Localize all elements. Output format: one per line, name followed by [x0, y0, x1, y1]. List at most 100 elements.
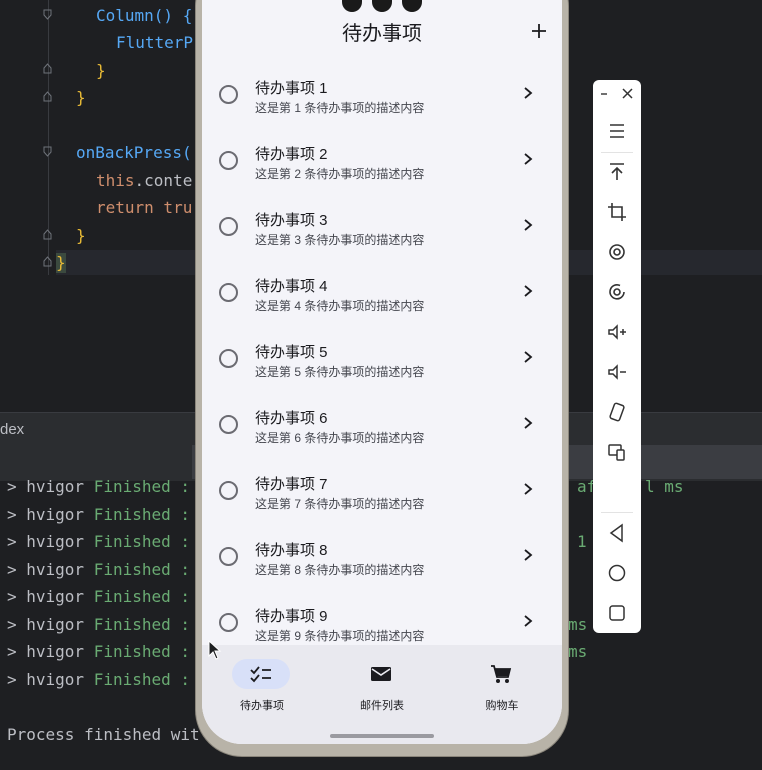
- list-item[interactable]: 待办事项 3 这是第 3 条待办事项的描述内容: [202, 196, 562, 262]
- always-on-top-button[interactable]: [605, 160, 629, 184]
- todo-title: 待办事项 5: [255, 344, 328, 361]
- volume-up-icon: [608, 324, 626, 340]
- nav-tab-todos[interactable]: 待办事项: [202, 655, 322, 715]
- home-button[interactable]: [605, 561, 629, 585]
- console-line: > hvigor Finished :: [7, 587, 191, 606]
- panel-title[interactable]: dex: [0, 421, 24, 438]
- list-item[interactable]: 待办事项 7 这是第 7 条待办事项的描述内容: [202, 460, 562, 526]
- back-icon: [609, 523, 623, 543]
- list-item[interactable]: 待办事项 2 这是第 2 条待办事项的描述内容: [202, 130, 562, 196]
- rotate-button[interactable]: [605, 240, 629, 264]
- bottom-navigation: 待办事项 邮件列表 购物车: [202, 645, 562, 744]
- home-indicator[interactable]: [330, 734, 434, 738]
- screenshot-button[interactable]: [605, 280, 629, 304]
- checkbox-circle[interactable]: [219, 415, 238, 434]
- code-line: this.conte: [96, 171, 193, 190]
- back-button[interactable]: [605, 521, 629, 545]
- todo-description: 这是第 1 条待办事项的描述内容: [255, 101, 425, 115]
- nav-label: 购物车: [485, 700, 519, 712]
- recents-icon: [609, 605, 625, 621]
- console-fragment: l ms: [645, 477, 684, 496]
- console-line: > hvigor Finished :: [7, 642, 191, 661]
- nav-tab-mail[interactable]: 邮件列表: [322, 655, 442, 715]
- chevron-right-icon: [524, 549, 533, 561]
- minimize-button[interactable]: [595, 86, 619, 110]
- todo-description: 这是第 2 条待办事项的描述内容: [255, 167, 425, 181]
- console-fragment: ms: [568, 615, 588, 634]
- checkbox-circle[interactable]: [219, 217, 238, 236]
- todo-description: 这是第 7 条待办事项的描述内容: [255, 497, 425, 511]
- todo-description: 这是第 5 条待办事项的描述内容: [255, 365, 425, 379]
- close-button[interactable]: [617, 86, 641, 110]
- checkbox-circle[interactable]: [219, 85, 238, 104]
- code-line: }: [56, 253, 66, 273]
- code-line: FlutterP: [116, 33, 194, 52]
- volume-down-button[interactable]: [605, 360, 629, 384]
- plus-icon: [532, 24, 546, 38]
- todo-title: 待办事项 3: [255, 212, 328, 229]
- nav-tab-cart[interactable]: 购物车: [442, 655, 562, 715]
- minimize-icon: [601, 93, 607, 95]
- todo-title: 待办事项 8: [255, 542, 328, 559]
- multi-screen-icon: [608, 444, 625, 461]
- add-todo-button[interactable]: [528, 20, 550, 42]
- page-title: 待办事项: [342, 23, 422, 45]
- rotate-icon: [609, 244, 625, 260]
- chevron-right-icon: [524, 285, 533, 297]
- fold-icon[interactable]: [43, 229, 52, 240]
- crop-icon: [608, 203, 626, 221]
- fold-icon[interactable]: [43, 91, 52, 102]
- console-fragment: 1: [577, 532, 587, 551]
- fold-icon[interactable]: [43, 63, 52, 74]
- fold-icon[interactable]: [43, 9, 52, 20]
- code-line: Column() {: [96, 6, 193, 25]
- list-item[interactable]: 待办事项 1 这是第 1 条待办事项的描述内容: [202, 64, 562, 130]
- multi-screen-button[interactable]: [605, 440, 629, 464]
- code-line: }: [76, 226, 86, 245]
- list-item[interactable]: 待办事项 8 这是第 8 条待办事项的描述内容: [202, 526, 562, 592]
- chevron-right-icon: [524, 87, 533, 99]
- todo-title: 待办事项 1: [255, 80, 328, 97]
- checkbox-circle[interactable]: [219, 151, 238, 170]
- chevron-right-icon: [524, 417, 533, 429]
- nav-label: 待办事项: [240, 700, 284, 712]
- nav-label: 邮件列表: [360, 700, 404, 712]
- menu-button[interactable]: [605, 119, 629, 143]
- shake-button[interactable]: [605, 400, 629, 424]
- volume-up-button[interactable]: [605, 320, 629, 344]
- list-item[interactable]: 待办事项 6 这是第 6 条待办事项的描述内容: [202, 394, 562, 460]
- checkbox-circle[interactable]: [219, 349, 238, 368]
- console-line: > hvigor Finished :: [7, 477, 191, 496]
- crop-button[interactable]: [605, 200, 629, 224]
- checklist-icon: [250, 666, 271, 683]
- close-icon: [622, 88, 633, 99]
- volume-down-icon: [608, 364, 626, 380]
- todo-description: 这是第 3 条待办事项的描述内容: [255, 233, 425, 247]
- checkbox-circle[interactable]: [219, 613, 238, 632]
- shake-icon: [609, 402, 625, 422]
- console-line: > hvigor Finished :: [7, 560, 191, 579]
- top-icon: [610, 163, 624, 180]
- console-line: > hvigor Finished :: [7, 615, 191, 634]
- todo-title: 待办事项 9: [255, 608, 328, 625]
- todo-description: 这是第 9 条待办事项的描述内容: [255, 629, 425, 643]
- phone-screen[interactable]: 待办事项 待办事项 1 这是第 1 条待办事项的描述内容 待办事项 2 这是第 …: [202, 0, 562, 744]
- camera-cutout: [342, 0, 424, 12]
- code-line: }: [76, 88, 86, 107]
- console-line: > hvigor Finished :: [7, 532, 191, 551]
- todo-title: 待办事项 4: [255, 278, 328, 295]
- code-line: }: [96, 61, 106, 80]
- recents-button[interactable]: [605, 601, 629, 625]
- checkbox-circle[interactable]: [219, 283, 238, 302]
- chevron-right-icon: [524, 483, 533, 495]
- console-line: > hvigor Finished :: [7, 505, 191, 524]
- list-item[interactable]: 待办事项 5 这是第 5 条待办事项的描述内容: [202, 328, 562, 394]
- list-item[interactable]: 待办事项 4 这是第 4 条待办事项的描述内容: [202, 262, 562, 328]
- fold-icon[interactable]: [43, 146, 52, 157]
- fold-icon[interactable]: [43, 256, 52, 267]
- checkbox-circle[interactable]: [219, 547, 238, 566]
- mail-icon: [371, 667, 391, 681]
- checkbox-circle[interactable]: [219, 481, 238, 500]
- chevron-right-icon: [524, 219, 533, 231]
- chevron-right-icon: [524, 153, 533, 165]
